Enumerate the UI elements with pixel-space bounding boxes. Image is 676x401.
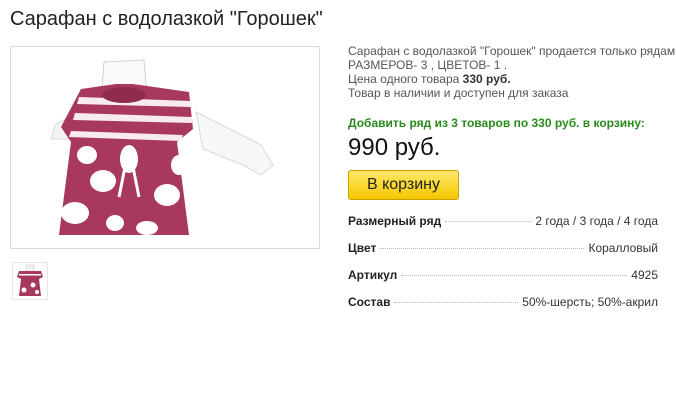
price-label: Цена одного товара — [348, 72, 460, 86]
property-label: Размерный ряд — [348, 214, 442, 228]
property-value: 2 года / 3 года / 4 года — [535, 214, 658, 228]
property-value: 4925 — [631, 268, 658, 282]
info-description: Сарафан с водолазкой "Горошек" продается… — [348, 44, 676, 58]
availability-text: Товар в наличии и доступен для заказа — [348, 86, 569, 100]
info-unit-price: Цена одного товара 330 руб. — [348, 72, 676, 86]
total-price: 990 руб. — [348, 134, 441, 161]
property-label: Цвет — [348, 241, 377, 255]
dotted-leader — [394, 302, 519, 303]
product-main-image[interactable] — [10, 46, 320, 249]
property-label: Артикул — [348, 268, 398, 282]
product-properties: Размерный ряд 2 года / 3 года / 4 года Ц… — [348, 214, 658, 322]
property-value: Коралловый — [588, 241, 658, 255]
dotted-leader — [445, 221, 532, 222]
info-sizes-colors: РАЗМЕРОВ- 3 , ЦВЕТОВ- 1 . — [348, 58, 508, 72]
product-info: Сарафан с водолазкой "Горошек" продается… — [348, 44, 676, 100]
add-to-cart-button[interactable]: В корзину — [348, 170, 459, 200]
property-label: Состав — [348, 295, 391, 309]
property-row-color: Цвет Коралловый — [348, 241, 658, 268]
product-thumbnail[interactable] — [12, 262, 48, 300]
dotted-leader — [380, 248, 585, 249]
property-row-article: Артикул 4925 — [348, 268, 658, 295]
page-title: Сарафан с водолазкой "Горошек" — [10, 8, 323, 30]
property-row-composition: Состав 50%-шерсть; 50%-акрил — [348, 295, 658, 322]
dotted-leader — [401, 275, 628, 276]
property-value: 50%-шерсть; 50%-акрил — [522, 295, 658, 309]
add-row-label: Добавить ряд из 3 товаров по 330 руб. в … — [348, 116, 645, 130]
property-row-size: Размерный ряд 2 года / 3 года / 4 года — [348, 214, 658, 241]
unit-price: 330 руб. — [462, 72, 511, 86]
